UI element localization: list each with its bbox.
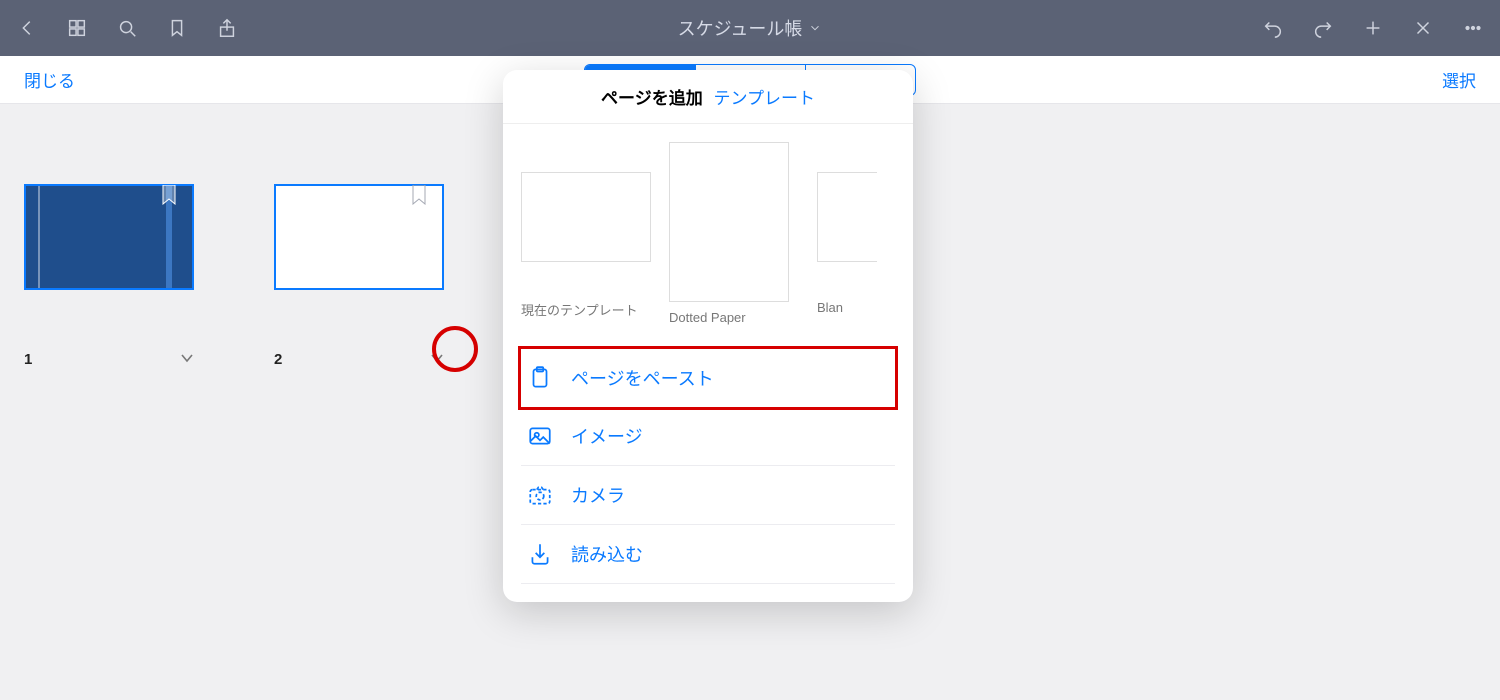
bookmark-icon	[412, 185, 426, 205]
page-options-chevron[interactable]	[180, 350, 194, 368]
template-link[interactable]: テンプレート	[713, 89, 815, 108]
clipboard-icon	[527, 365, 553, 391]
page-thumb-1: 1	[24, 184, 194, 620]
select-button[interactable]: 選択	[1442, 67, 1476, 92]
search-icon[interactable]	[116, 17, 138, 39]
template-carousel[interactable]: 現在のテンプレート Dotted Paper Blan	[503, 124, 913, 349]
import-item[interactable]: 読み込む	[521, 525, 895, 584]
camera-icon	[527, 482, 553, 508]
image-label: イメージ	[571, 423, 643, 449]
undo-icon[interactable]	[1262, 17, 1284, 39]
add-page-popover: ページを追加 テンプレート 現在のテンプレート Dotted Paper Bla…	[503, 70, 913, 602]
paste-page-item[interactable]: ページをペースト	[518, 346, 898, 410]
paste-page-label: ページをペースト	[571, 365, 714, 391]
popover-title: ページを追加	[601, 89, 703, 108]
bookmark-icon[interactable]	[166, 17, 188, 39]
document-title[interactable]: スケジュール帳	[678, 15, 803, 41]
import-icon	[527, 541, 553, 567]
more-icon[interactable]	[1462, 17, 1484, 39]
popover-header: ページを追加 テンプレート	[503, 70, 913, 124]
template-blank[interactable]: Blan	[817, 142, 913, 325]
page-number: 2	[274, 351, 282, 368]
page-thumbnail[interactable]	[24, 184, 194, 290]
back-icon[interactable]	[16, 17, 38, 39]
scissors-icon[interactable]	[1412, 17, 1434, 39]
image-item[interactable]: イメージ	[521, 407, 895, 466]
grid-icon[interactable]	[66, 17, 88, 39]
camera-item[interactable]: カメラ	[521, 466, 895, 525]
close-button[interactable]: 閉じる	[24, 67, 75, 92]
bookmark-icon	[162, 185, 176, 205]
page-thumb-2: 2	[274, 184, 444, 620]
share-icon[interactable]	[216, 17, 238, 39]
app-toolbar: スケジュール帳	[0, 0, 1500, 56]
page-thumbnail[interactable]	[274, 184, 444, 290]
redo-icon[interactable]	[1312, 17, 1334, 39]
image-icon	[527, 423, 553, 449]
annotation-circle	[432, 326, 478, 372]
camera-label: カメラ	[571, 482, 625, 508]
template-current[interactable]: 現在のテンプレート	[521, 142, 651, 325]
popover-list: ページをペースト イメージ カメラ 読み込む	[503, 346, 913, 602]
import-label: 読み込む	[571, 541, 643, 567]
template-dotted-paper[interactable]: Dotted Paper	[669, 142, 799, 325]
chevron-down-icon[interactable]	[808, 21, 822, 35]
add-icon[interactable]	[1362, 17, 1384, 39]
page-number: 1	[24, 351, 32, 368]
